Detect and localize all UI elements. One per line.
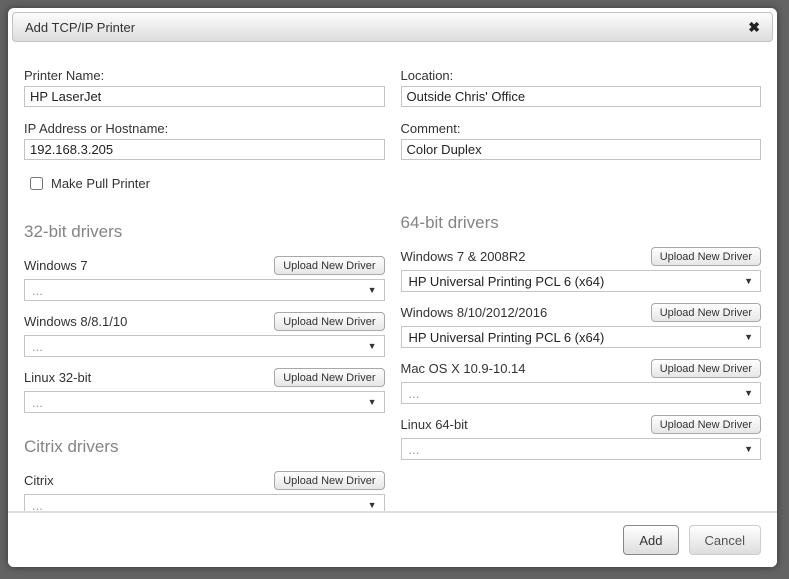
- ip-address-input[interactable]: [24, 139, 385, 160]
- upload-new-driver-button[interactable]: Upload New Driver: [651, 359, 761, 378]
- driver-select[interactable]: ... ▼: [401, 382, 762, 404]
- chevron-down-icon: ▼: [744, 332, 753, 342]
- driver-os-label: Windows 8/8.1/10: [24, 314, 127, 329]
- driver-os-label: Linux 32-bit: [24, 370, 91, 385]
- chevron-down-icon: ▼: [744, 388, 753, 398]
- driver-row-windows7-32: Windows 7 Upload New Driver ... ▼: [24, 256, 385, 301]
- chevron-down-icon: ▼: [744, 444, 753, 454]
- upload-new-driver-button[interactable]: Upload New Driver: [274, 312, 384, 331]
- upload-new-driver-button[interactable]: Upload New Driver: [274, 368, 384, 387]
- driver-row-windows7-64: Windows 7 & 2008R2 Upload New Driver HP …: [401, 247, 762, 292]
- upload-new-driver-button[interactable]: Upload New Driver: [651, 247, 761, 266]
- driver-select-value: HP Universal Printing PCL 6 (x64): [409, 330, 605, 345]
- driver-os-label: Windows 7: [24, 258, 88, 273]
- dialog-title: Add TCP/IP Printer: [25, 20, 135, 35]
- driver-row-windows8-64: Windows 8/10/2012/2016 Upload New Driver…: [401, 303, 762, 348]
- driver-os-label: Mac OS X 10.9-10.14: [401, 361, 526, 376]
- comment-field-group: Comment:: [401, 121, 762, 160]
- chevron-down-icon: ▼: [368, 500, 377, 510]
- upload-new-driver-button[interactable]: Upload New Driver: [651, 415, 761, 434]
- ip-address-label: IP Address or Hostname:: [24, 121, 385, 136]
- driver-select[interactable]: HP Universal Printing PCL 6 (x64) ▼: [401, 270, 762, 292]
- location-label: Location:: [401, 68, 762, 83]
- driver-row-macosx: Mac OS X 10.9-10.14 Upload New Driver ..…: [401, 359, 762, 404]
- driver-select[interactable]: HP Universal Printing PCL 6 (x64) ▼: [401, 326, 762, 348]
- close-icon[interactable]: ✖: [748, 20, 760, 34]
- make-pull-printer-row: Make Pull Printer: [24, 174, 385, 192]
- location-input[interactable]: [401, 86, 762, 107]
- upload-new-driver-button[interactable]: Upload New Driver: [274, 471, 384, 490]
- driver-select[interactable]: ... ▼: [24, 391, 385, 413]
- printer-name-label: Printer Name:: [24, 68, 385, 83]
- driver-select-value: ...: [32, 339, 43, 354]
- make-pull-printer-checkbox[interactable]: [30, 177, 43, 190]
- driver-select-value: ...: [409, 442, 420, 457]
- ip-address-field-group: IP Address or Hostname:: [24, 121, 385, 160]
- driver-select-value: ...: [409, 386, 420, 401]
- dialog-footer: Add Cancel: [8, 511, 777, 567]
- make-pull-printer-label: Make Pull Printer: [51, 176, 150, 191]
- chevron-down-icon: ▼: [744, 276, 753, 286]
- chevron-down-icon: ▼: [368, 341, 377, 351]
- driver-os-label: Linux 64-bit: [401, 417, 468, 432]
- driver-os-label: Windows 7 & 2008R2: [401, 249, 526, 264]
- driver-select-value: ...: [32, 283, 43, 298]
- comment-input[interactable]: [401, 139, 762, 160]
- driver-os-label: Citrix: [24, 473, 54, 488]
- driver-select[interactable]: ... ▼: [401, 438, 762, 460]
- right-column: Location: Comment: 64-bit drivers Window…: [401, 68, 762, 527]
- chevron-down-icon: ▼: [368, 285, 377, 295]
- dialog-titlebar: Add TCP/IP Printer ✖: [12, 12, 773, 42]
- section-heading-citrix: Citrix drivers: [24, 437, 385, 457]
- section-heading-64bit: 64-bit drivers: [401, 213, 762, 233]
- driver-row-linux-32: Linux 32-bit Upload New Driver ... ▼: [24, 368, 385, 413]
- left-column: Printer Name: IP Address or Hostname: Ma…: [24, 68, 385, 527]
- driver-select-value: ...: [32, 395, 43, 410]
- location-field-group: Location:: [401, 68, 762, 107]
- dialog-content: Printer Name: IP Address or Hostname: Ma…: [8, 42, 777, 527]
- chevron-down-icon: ▼: [368, 397, 377, 407]
- driver-select[interactable]: ... ▼: [24, 335, 385, 357]
- add-tcpip-printer-dialog: Add TCP/IP Printer ✖ Printer Name: IP Ad…: [8, 8, 777, 567]
- driver-select[interactable]: ... ▼: [24, 279, 385, 301]
- driver-row-citrix: Citrix Upload New Driver ... ▼: [24, 471, 385, 516]
- upload-new-driver-button[interactable]: Upload New Driver: [274, 256, 384, 275]
- driver-os-label: Windows 8/10/2012/2016: [401, 305, 548, 320]
- comment-label: Comment:: [401, 121, 762, 136]
- driver-row-windows8-32: Windows 8/8.1/10 Upload New Driver ... ▼: [24, 312, 385, 357]
- printer-name-field-group: Printer Name:: [24, 68, 385, 107]
- upload-new-driver-button[interactable]: Upload New Driver: [651, 303, 761, 322]
- printer-name-input[interactable]: [24, 86, 385, 107]
- add-button[interactable]: Add: [623, 525, 678, 555]
- driver-select-value: HP Universal Printing PCL 6 (x64): [409, 274, 605, 289]
- section-heading-32bit: 32-bit drivers: [24, 222, 385, 242]
- driver-row-linux-64: Linux 64-bit Upload New Driver ... ▼: [401, 415, 762, 460]
- cancel-button[interactable]: Cancel: [689, 525, 761, 555]
